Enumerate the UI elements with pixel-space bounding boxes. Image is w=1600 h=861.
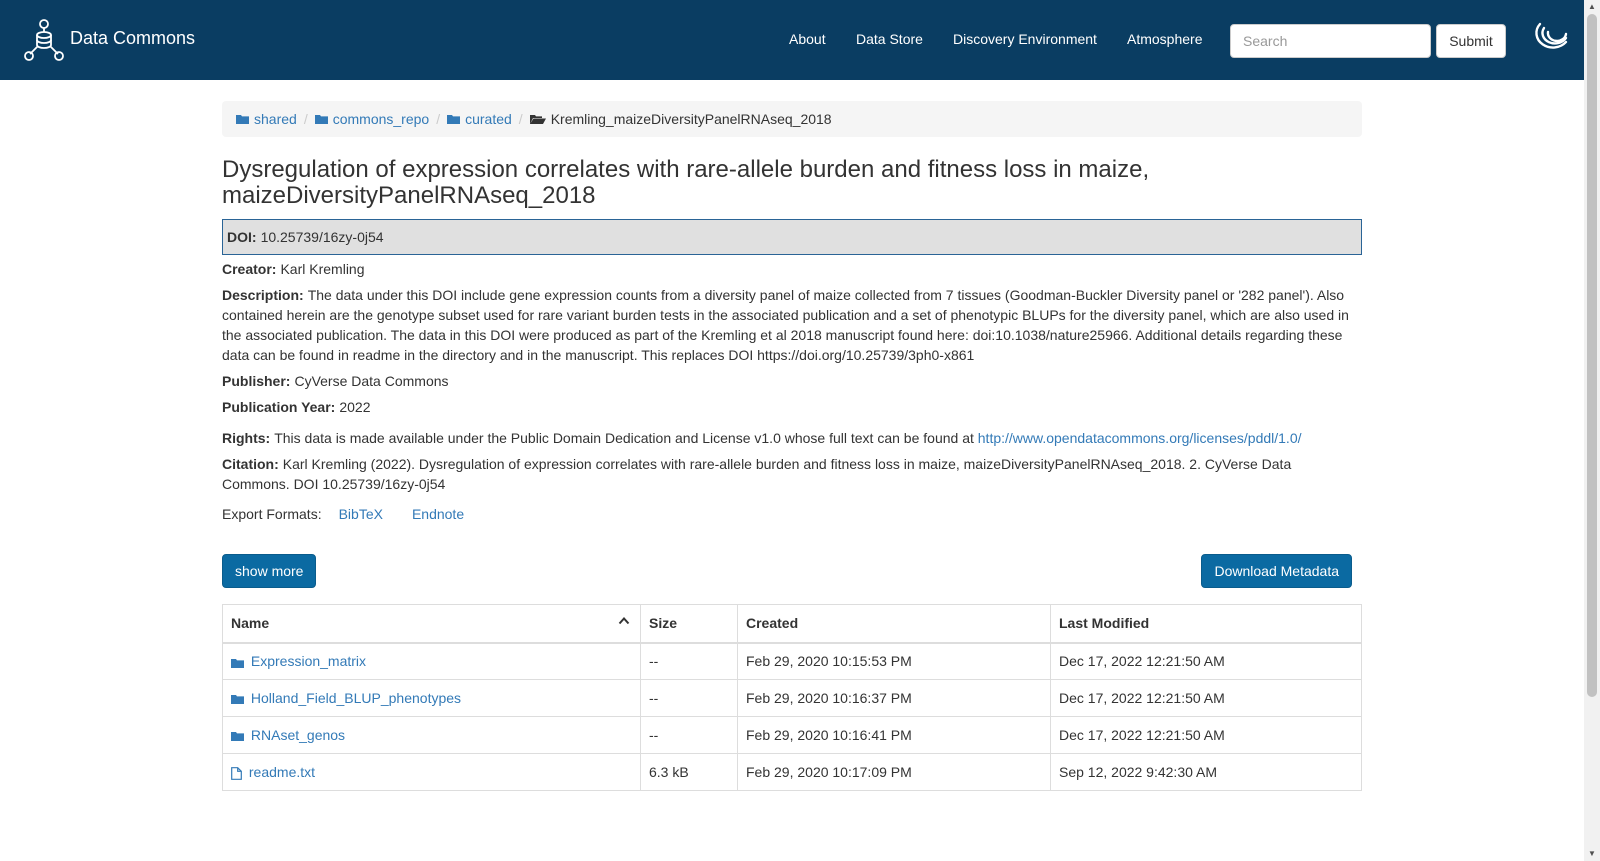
publication-year-value: 2022 — [339, 399, 371, 415]
export-formats-label: Export Formats: — [222, 506, 322, 522]
search-input[interactable] — [1230, 24, 1431, 58]
file-size-cell: -- — [640, 716, 738, 754]
folder-open-icon — [529, 115, 546, 124]
export-formats: Export Formats: BibTeX Endnote — [222, 506, 1362, 522]
folder-icon — [447, 115, 461, 124]
table-row: Expression_matrix -- Feb 29, 2020 10:15:… — [222, 642, 1362, 680]
file-modified-cell: Sep 12, 2022 9:42:30 AM — [1050, 753, 1362, 791]
show-more-button[interactable]: show more — [222, 554, 317, 588]
cyverse-logo-icon[interactable] — [1530, 18, 1570, 54]
table-row: Holland_Field_BLUP_phenotypes -- Feb 29,… — [222, 679, 1362, 717]
file-created-cell: Feb 29, 2020 10:15:53 PM — [737, 642, 1051, 680]
column-header-last-modified[interactable]: Last Modified — [1050, 604, 1362, 644]
download-metadata-button[interactable]: Download Metadata — [1201, 554, 1352, 588]
citation-row: Citation: Karl Kremling (2022). Dysregula… — [222, 454, 1362, 494]
description-label: Description: — [222, 287, 304, 303]
description-value: The data under this DOI include gene exp… — [222, 287, 1349, 363]
publisher-value: CyVerse Data Commons — [294, 373, 449, 389]
export-endnote-link[interactable]: Endnote — [412, 506, 464, 522]
file-name-cell: RNAset_genos — [222, 716, 641, 754]
publisher-label: Publisher: — [222, 373, 291, 389]
breadcrumb-shared[interactable]: shared — [236, 111, 297, 127]
file-created-cell: Feb 29, 2020 10:16:37 PM — [737, 679, 1051, 717]
table-header-row: Name Size Created Last Modified — [222, 604, 1362, 644]
file-modified-cell: Dec 17, 2022 12:21:50 AM — [1050, 716, 1362, 754]
file-link[interactable]: readme.txt — [231, 764, 315, 780]
scroll-down-arrow-icon[interactable]: ▼ — [1584, 847, 1600, 861]
creator-value: Karl Kremling — [280, 261, 365, 277]
table-row: RNAset_genos -- Feb 29, 2020 10:16:41 PM… — [222, 716, 1362, 754]
file-link[interactable]: RNAset_genos — [231, 727, 345, 743]
folder-icon — [231, 695, 244, 705]
folder-icon — [236, 115, 249, 124]
column-header-created[interactable]: Created — [737, 604, 1051, 644]
folder-icon — [231, 732, 244, 742]
rights-value: This data is made available under the Pu… — [274, 430, 974, 446]
main-content: shared / commons_repo / curated / Kremli… — [222, 101, 1362, 791]
file-size-cell: -- — [640, 679, 738, 717]
breadcrumb-separator: / — [436, 111, 441, 127]
nav-discovery-environment[interactable]: Discovery Environment — [953, 31, 1097, 47]
file-modified-cell: Dec 17, 2022 12:21:50 AM — [1050, 642, 1362, 680]
publisher-row: Publisher: CyVerse Data Commons — [222, 371, 1362, 391]
file-created-cell: Feb 29, 2020 10:16:41 PM — [737, 716, 1051, 754]
top-navbar: Data Commons About Data Store Discovery … — [0, 0, 1584, 80]
breadcrumb: shared / commons_repo / curated / Kremli… — [222, 101, 1362, 137]
export-bibtex-link[interactable]: BibTeX — [339, 506, 383, 522]
citation-label: Citation: — [222, 456, 279, 472]
folder-icon — [314, 115, 328, 124]
file-link[interactable]: Expression_matrix — [231, 653, 366, 669]
breadcrumb-commons-repo[interactable]: commons_repo — [314, 111, 429, 127]
file-name-cell: Holland_Field_BLUP_phenotypes — [222, 679, 641, 717]
nav-about[interactable]: About — [789, 31, 826, 47]
file-name-cell: Expression_matrix — [222, 642, 641, 680]
page-scrollbar[interactable]: ▲ ▼ — [1584, 0, 1600, 861]
publication-year-row: Publication Year: 2022 — [222, 397, 1362, 417]
file-created-cell: Feb 29, 2020 10:17:09 PM — [737, 753, 1051, 791]
submit-button[interactable]: Submit — [1436, 24, 1506, 58]
nav-atmosphere[interactable]: Atmosphere — [1127, 31, 1202, 47]
publication-year-label: Publication Year: — [222, 399, 336, 415]
file-table: Name Size Created Last Modified Expressi… — [222, 604, 1362, 791]
scroll-thumb[interactable] — [1587, 14, 1597, 697]
column-header-name[interactable]: Name — [222, 604, 641, 644]
doi-value: 10.25739/16zy-0j54 — [260, 229, 384, 245]
file-modified-cell: Dec 17, 2022 12:21:50 AM — [1050, 679, 1362, 717]
rights-license-link[interactable]: http://www.opendatacommons.org/licenses/… — [978, 430, 1302, 446]
action-buttons: show more Download Metadata — [222, 554, 1362, 588]
file-icon — [231, 766, 242, 780]
page-title: Dysregulation of expression correlates w… — [222, 156, 1150, 209]
nav-data-store[interactable]: Data Store — [856, 31, 923, 47]
rights-label: Rights: — [222, 430, 271, 446]
file-link[interactable]: Holland_Field_BLUP_phenotypes — [231, 690, 461, 706]
file-size-cell: 6.3 kB — [640, 753, 738, 791]
file-name-cell: readme.txt — [222, 753, 641, 791]
breadcrumb-separator: / — [518, 111, 523, 127]
scroll-up-arrow-icon[interactable]: ▲ — [1584, 0, 1600, 14]
breadcrumb-curated[interactable]: curated — [447, 111, 512, 127]
doi-label: DOI: — [227, 229, 257, 245]
description-row: Description: The data under this DOI incl… — [222, 285, 1362, 365]
table-row: readme.txt 6.3 kB Feb 29, 2020 10:17:09 … — [222, 753, 1362, 791]
folder-icon — [231, 658, 244, 668]
breadcrumb-separator: / — [303, 111, 308, 127]
creator-label: Creator: — [222, 261, 277, 277]
column-header-size[interactable]: Size — [640, 604, 738, 644]
creator-row: Creator: Karl Kremling — [222, 259, 1362, 279]
citation-value: Karl Kremling (2022). Dysregulation of e… — [222, 456, 1292, 492]
sort-ascending-icon[interactable] — [618, 615, 630, 627]
rights-row: Rights: This data is made available under… — [222, 428, 1362, 448]
breadcrumb-current: Kremling_maizeDiversityPanelRNAseq_2018 — [529, 111, 832, 127]
doi-box: DOI: 10.25739/16zy-0j54 — [222, 219, 1362, 255]
file-size-cell: -- — [640, 642, 738, 680]
